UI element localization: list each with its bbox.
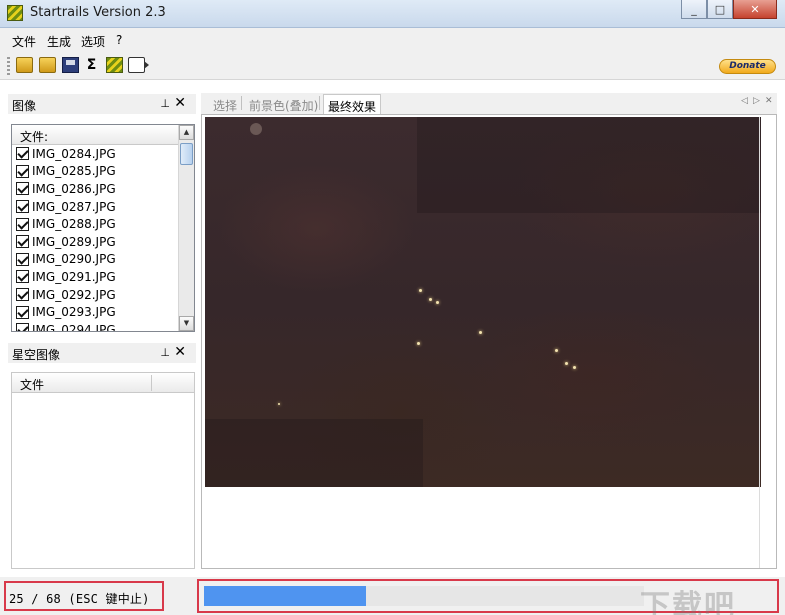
app-icon — [7, 5, 23, 21]
tab-next-icon[interactable]: ▷ — [753, 96, 760, 106]
images-pane-title: 图像 — [12, 99, 37, 113]
result-view — [201, 114, 777, 569]
scroll-thumb[interactable] — [180, 143, 193, 165]
menu-file[interactable]: 文件 — [12, 33, 36, 50]
file-name: IMG_0292.JPG — [32, 287, 116, 302]
file-checkbox[interactable] — [16, 252, 29, 266]
video-icon[interactable] — [128, 57, 149, 73]
pin-icon[interactable]: ⊥ — [160, 346, 170, 359]
file-name: IMG_0294.JPG — [32, 322, 116, 332]
content-divider — [759, 117, 760, 568]
tab-select[interactable]: 选择 — [213, 97, 237, 114]
starfield-file-list[interactable]: 文件 — [11, 372, 195, 569]
star — [479, 331, 482, 334]
file-checkbox[interactable] — [16, 200, 29, 214]
tab-prev-icon[interactable]: ◁ — [741, 96, 748, 106]
menu-options[interactable]: 选项 — [81, 33, 105, 50]
star — [555, 349, 558, 352]
images-file-list[interactable]: 文件: IMG_0284.JPG IMG_0285.JPG IMG_0286.JPG… — [11, 124, 195, 332]
window-controls: _ □ ✕ — [681, 0, 777, 20]
file-name: IMG_0293.JPG — [32, 305, 116, 320]
tab-separator — [241, 96, 242, 110]
menu-bar: 文件 生成 选项 ? — [0, 28, 785, 52]
file-name: IMG_0291.JPG — [32, 269, 116, 284]
file-checkbox[interactable] — [16, 164, 29, 178]
tab-separator — [319, 96, 320, 110]
file-checkbox[interactable] — [16, 147, 29, 161]
minimize-button[interactable]: _ — [681, 0, 707, 19]
status-bar: 25 / 68 (ESC 键中止) 下载吧 — [0, 577, 785, 615]
file-row[interactable]: IMG_0285.JPG — [12, 163, 194, 181]
file-row[interactable]: IMG_0291.JPG — [12, 268, 194, 286]
tab-final-result[interactable]: 最终效果 — [323, 94, 382, 114]
file-name: IMG_0287.JPG — [32, 199, 116, 214]
tab-close-icon[interactable]: ✕ — [765, 96, 773, 106]
star — [565, 362, 568, 365]
file-column-header[interactable]: 文件: — [12, 125, 194, 145]
file-checkbox[interactable] — [16, 217, 29, 231]
menu-help[interactable]: ? — [116, 33, 122, 47]
image-tile — [417, 117, 761, 213]
startrails-icon[interactable] — [106, 57, 123, 73]
file-checkbox[interactable] — [16, 305, 29, 319]
file-rows: IMG_0284.JPG IMG_0285.JPG IMG_0286.JPG IMG_… — [12, 145, 194, 332]
maximize-button[interactable]: □ — [707, 0, 733, 19]
open-folder-icon[interactable] — [16, 57, 33, 73]
star — [436, 301, 439, 304]
file-checkbox[interactable] — [16, 288, 29, 302]
vertical-scrollbar[interactable]: ▲ ▼ — [178, 125, 194, 331]
file-name: IMG_0284.JPG — [32, 146, 116, 161]
tab-strip: 选择 前景色(叠加) 最终效果 ◁ ▷ ✕ — [201, 93, 777, 114]
file-row[interactable]: IMG_0287.JPG — [12, 198, 194, 216]
file-name: IMG_0290.JPG — [32, 252, 116, 267]
file-checkbox[interactable] — [16, 270, 29, 284]
file-row[interactable]: IMG_0286.JPG — [12, 180, 194, 198]
column-divider — [151, 375, 152, 391]
close-button[interactable]: ✕ — [733, 0, 777, 19]
title-bar: Startrails Version 2.3 _ □ ✕ — [0, 0, 785, 28]
file-row[interactable]: IMG_0288.JPG — [12, 215, 194, 233]
image-tile — [205, 419, 423, 487]
file-row[interactable]: IMG_0284.JPG — [12, 145, 194, 163]
file-row[interactable]: IMG_0290.JPG — [12, 251, 194, 269]
starfield-pane-header: 星空图像 ⊥ ✕ — [8, 343, 196, 363]
star — [278, 403, 280, 405]
file-row[interactable]: IMG_0292.JPG — [12, 286, 194, 304]
file-name: IMG_0285.JPG — [32, 164, 116, 179]
images-pane-header: 图像 ⊥ ✕ — [8, 94, 196, 114]
toolbar-grip — [7, 57, 10, 75]
donate-button[interactable]: Donate — [719, 59, 776, 74]
starfield-column-header[interactable]: 文件 — [12, 373, 194, 393]
toolbar: Σ — [0, 52, 785, 80]
file-checkbox[interactable] — [16, 323, 29, 331]
pin-icon[interactable]: ⊥ — [160, 97, 170, 110]
counter-highlight-box — [4, 581, 164, 611]
watermark-logo: 下载吧 — [640, 589, 736, 615]
tab-foreground[interactable]: 前景色(叠加) — [249, 97, 318, 114]
open-starfield-icon[interactable] — [39, 57, 56, 73]
star — [429, 298, 432, 301]
starfield-pane-title: 星空图像 — [12, 348, 61, 362]
sum-icon[interactable]: Σ — [83, 57, 100, 73]
star — [419, 289, 422, 292]
file-checkbox[interactable] — [16, 182, 29, 196]
moon-glow — [250, 123, 262, 135]
file-name: IMG_0288.JPG — [32, 217, 116, 232]
startrails-image — [205, 117, 761, 487]
window-title: Startrails Version 2.3 — [30, 5, 166, 20]
scroll-down-icon[interactable]: ▼ — [179, 316, 194, 331]
file-name: IMG_0286.JPG — [32, 181, 116, 196]
star — [417, 342, 420, 345]
menu-generate[interactable]: 生成 — [47, 33, 71, 50]
scroll-up-icon[interactable]: ▲ — [179, 125, 194, 140]
file-row[interactable]: IMG_0289.JPG — [12, 233, 194, 251]
close-pane-icon[interactable]: ✕ — [174, 95, 186, 111]
save-icon[interactable] — [62, 57, 79, 73]
file-row[interactable]: IMG_0293.JPG — [12, 303, 194, 321]
close-pane-icon[interactable]: ✕ — [174, 344, 186, 360]
star — [573, 366, 576, 369]
file-name: IMG_0289.JPG — [32, 234, 116, 249]
file-row[interactable]: IMG_0294.JPG — [12, 321, 194, 332]
file-checkbox[interactable] — [16, 235, 29, 249]
